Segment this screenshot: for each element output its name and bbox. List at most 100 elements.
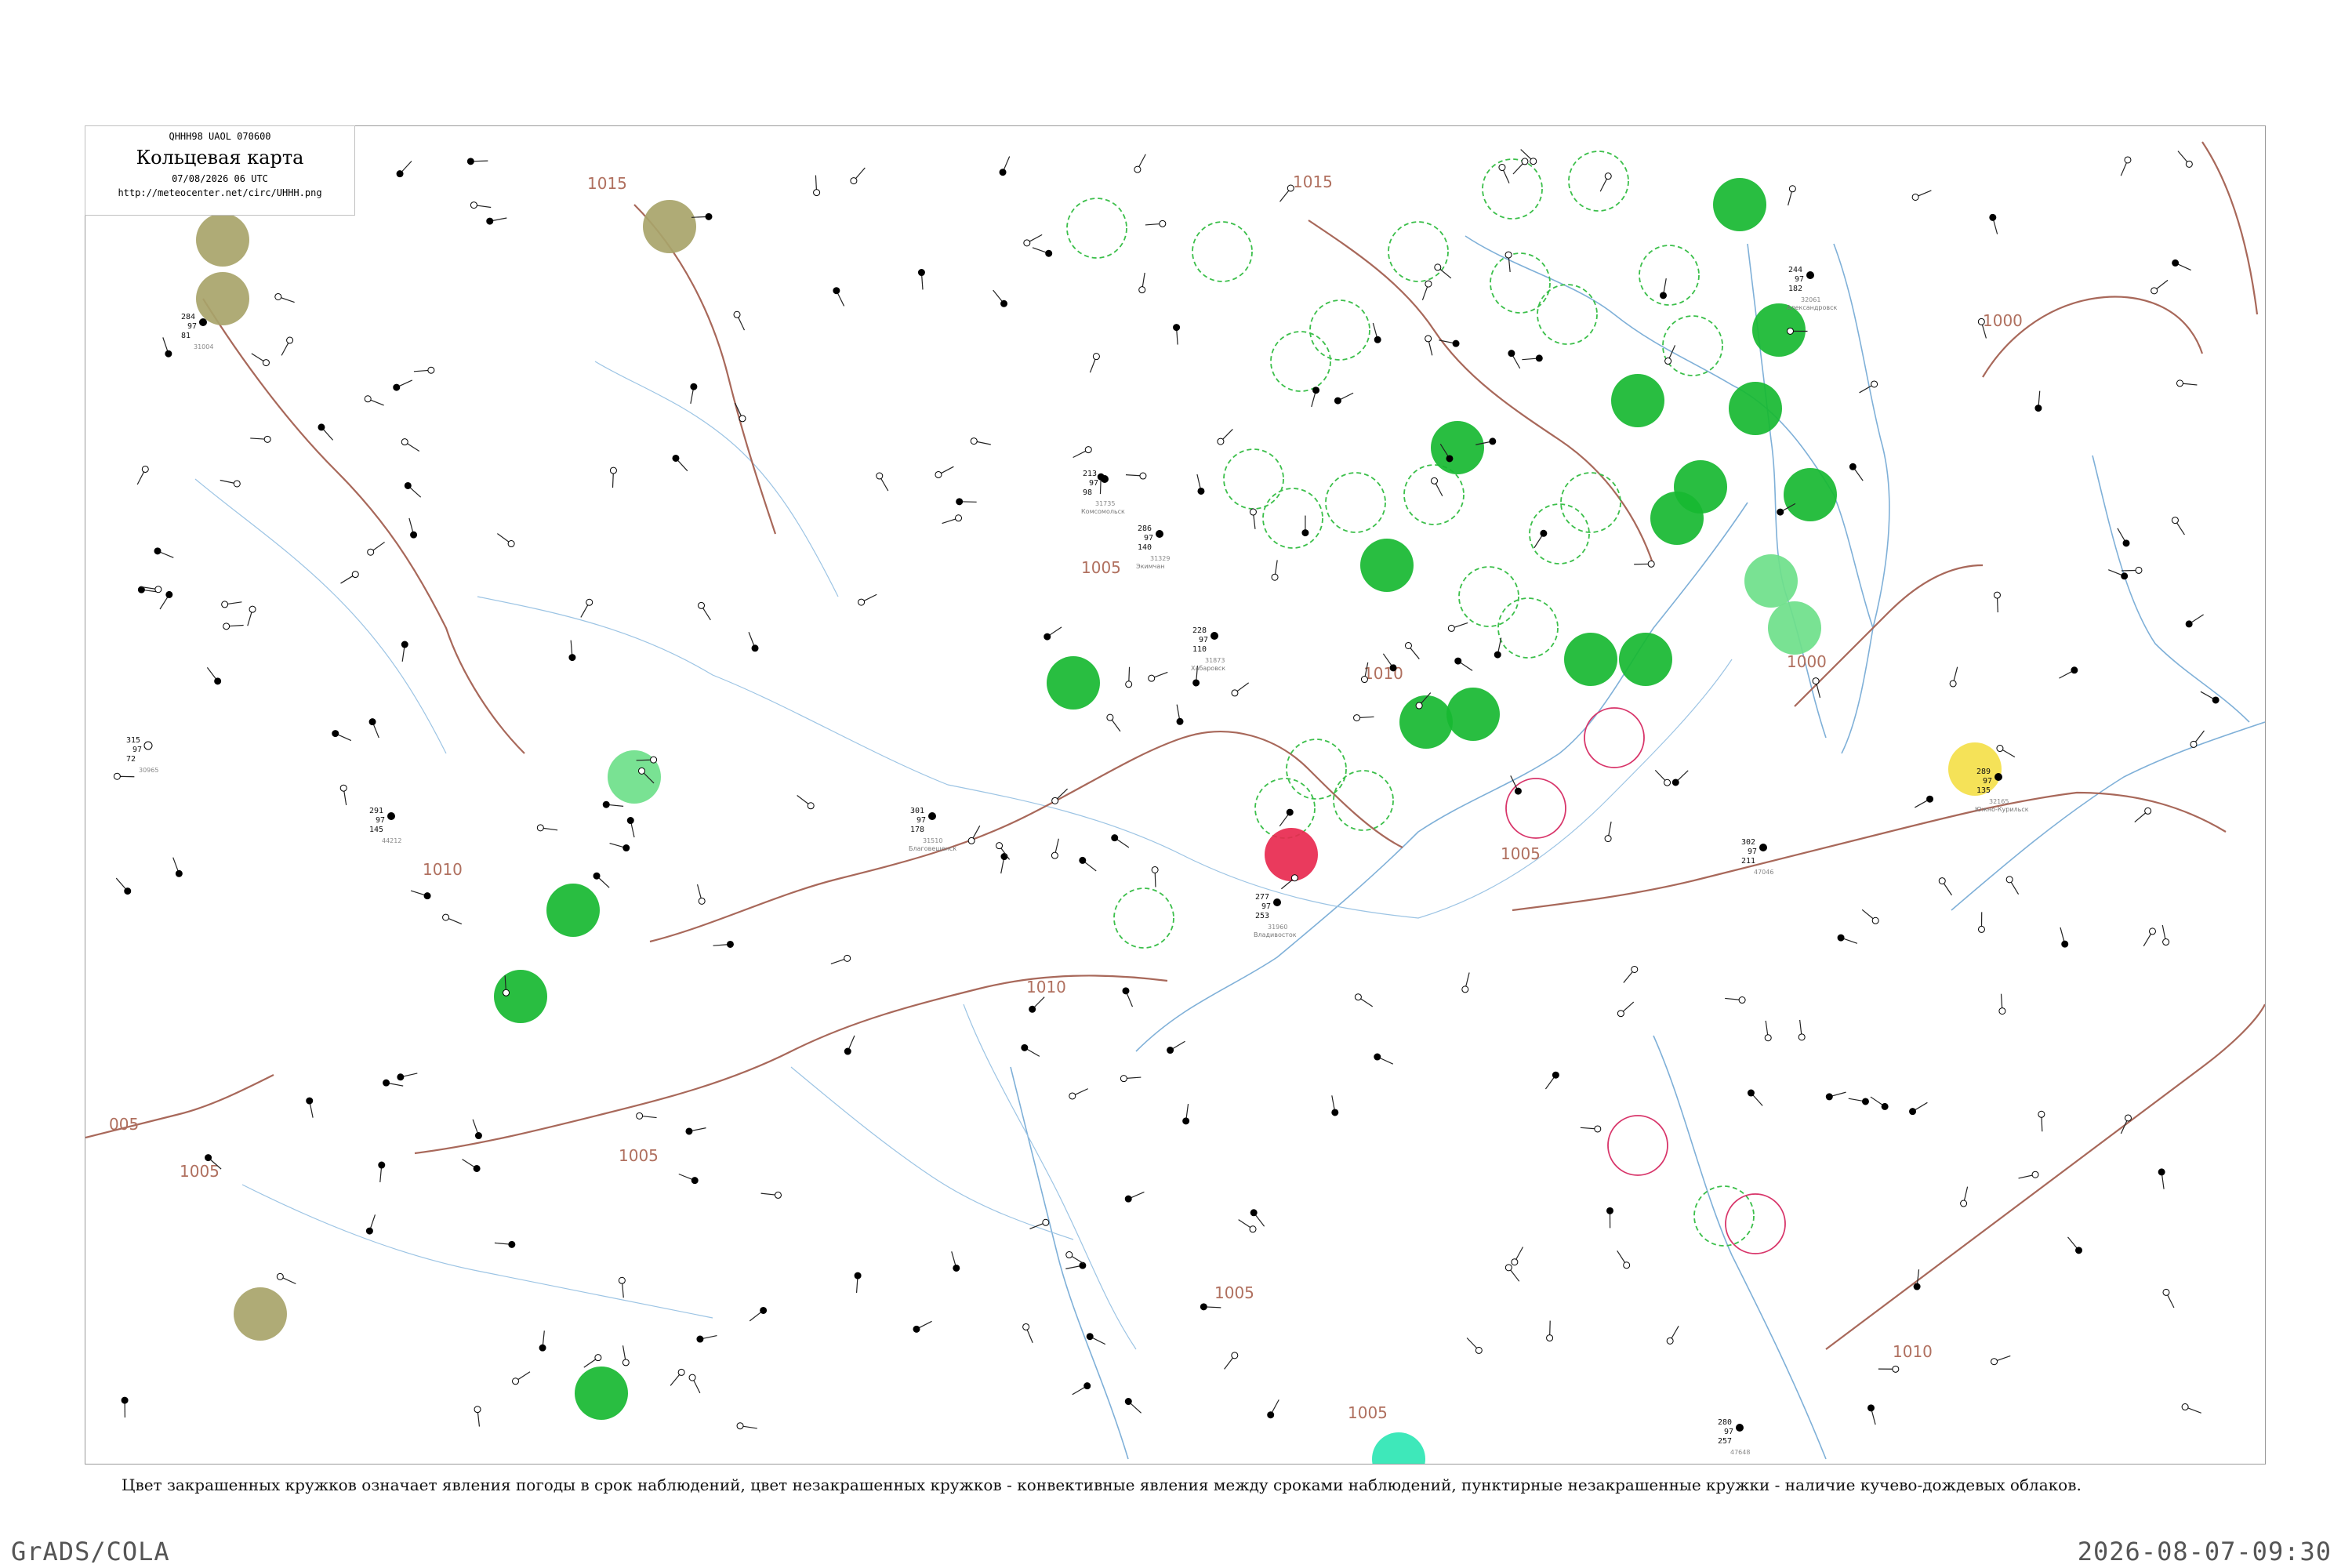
station-marker	[1425, 335, 1433, 356]
isobar-label: 1005	[1081, 558, 1121, 577]
station-marker	[340, 571, 359, 584]
station-marker	[690, 383, 698, 404]
station-marker	[1331, 1095, 1339, 1116]
cloud-cover-icon	[1273, 898, 1281, 906]
station-marker	[1224, 1352, 1239, 1370]
station-marker	[2143, 927, 2156, 947]
convective-ring	[1066, 198, 1127, 259]
station-marker	[685, 1127, 706, 1135]
station-pressure: 97	[1748, 848, 1757, 856]
convective-ring	[1482, 158, 1543, 220]
station-marker	[609, 466, 617, 488]
station-marker	[512, 1371, 531, 1385]
cloud-cover-icon	[1210, 632, 1218, 640]
cloud-cover-icon	[1736, 1424, 1744, 1432]
station-marker	[1861, 909, 1879, 924]
station-marker	[1271, 560, 1279, 581]
cloud-cover-icon	[1994, 773, 2002, 781]
station-marker	[618, 1276, 626, 1298]
convective-ring	[1497, 597, 1559, 659]
station-marker	[121, 1396, 129, 1418]
station-marker	[472, 1119, 482, 1140]
station-model: 280 97 257 47648	[1718, 1418, 1750, 1456]
station-marker	[332, 730, 352, 742]
station-marker	[636, 1112, 657, 1120]
convective-ring	[1270, 331, 1331, 392]
station-dewpoint: 257	[1718, 1437, 1732, 1446]
convective-ring	[1388, 221, 1449, 282]
isobar-label: 1005	[1348, 1403, 1388, 1422]
station-place: Южно-Курильск	[1975, 806, 2029, 813]
station-marker	[1867, 1404, 1876, 1425]
station-pressure: 97	[1144, 534, 1153, 543]
isobar-label: 1005	[180, 1162, 220, 1181]
map-title: Кольцевая карта	[136, 147, 304, 169]
station-marker	[1023, 234, 1043, 247]
station-marker	[162, 337, 172, 358]
synoptic-map: 1015 1015 1010 1010 1010 1005 1005 1005 …	[85, 125, 2266, 1465]
station-marker	[1374, 1053, 1394, 1065]
station-marker	[2177, 151, 2193, 168]
station-marker	[2034, 390, 2042, 412]
station-marker	[1044, 626, 1062, 641]
station-marker	[1546, 1320, 1554, 1342]
station-pressure: 97	[1983, 777, 1992, 786]
weather-circle	[494, 970, 547, 1023]
station-marker	[396, 161, 412, 178]
weather-circle	[1619, 633, 1672, 686]
weather-circle	[643, 200, 696, 253]
weather-circle	[234, 1287, 287, 1341]
station-marker	[1125, 666, 1133, 688]
station-marker	[1089, 353, 1100, 373]
station-marker	[748, 632, 759, 652]
station-place: Александровск	[1787, 304, 1837, 311]
station-temperature: 244	[1788, 266, 1802, 274]
station-model: 301 97 178 31510 Благовещенск	[909, 807, 956, 852]
station-marker	[1372, 322, 1381, 343]
isobar-labels: 1015 1015 1010 1010 1010 1005 1005 1005 …	[109, 172, 2023, 1422]
station-pressure: 97	[916, 816, 926, 825]
station-marker	[1217, 428, 1233, 445]
station-id: 44212	[382, 837, 401, 844]
convective-ring	[1584, 707, 1645, 768]
station-marker	[1439, 339, 1460, 347]
station-marker	[223, 622, 244, 630]
map-datetime: 07/08/2026 06 UTC	[172, 173, 268, 184]
coastline-kamchatka	[2092, 455, 2250, 723]
station-marker	[365, 1214, 376, 1235]
station-marker	[858, 593, 877, 606]
station-marker	[1176, 704, 1184, 725]
station-marker	[1353, 714, 1374, 722]
station-marker	[1634, 560, 1655, 568]
station-marker	[1267, 1399, 1279, 1419]
station-marker	[367, 541, 385, 556]
isobar-label: 1010	[1893, 1342, 1933, 1361]
station-marker	[1250, 1209, 1265, 1227]
station-temperature: 286	[1138, 524, 1152, 533]
station-marker	[250, 435, 271, 443]
station-marker	[474, 1406, 481, 1427]
station-marker	[2038, 1110, 2045, 1132]
station-model: 291 97 145 44212	[369, 807, 401, 844]
station-marker	[1849, 463, 1864, 481]
isobar-label: 005	[109, 1115, 139, 1134]
isobar-label: 1005	[619, 1146, 659, 1165]
station-marker	[1301, 515, 1309, 537]
station-marker	[1167, 1040, 1185, 1054]
station-pressure: 97	[376, 816, 385, 825]
isobar-northwest-loop	[202, 298, 525, 754]
isobar-label: 1015	[1293, 172, 1333, 191]
isobar-label: 1010	[423, 860, 463, 879]
station-marker	[1454, 657, 1473, 671]
station-marker	[1106, 713, 1121, 732]
station-marker	[115, 877, 132, 895]
station-marker	[2067, 1236, 2082, 1254]
isobar-label: 1010	[1026, 978, 1066, 996]
station-marker	[2181, 1403, 2201, 1414]
station-marker	[609, 843, 630, 852]
station-marker	[999, 156, 1011, 176]
weather-circle	[1650, 492, 1704, 545]
station-id: 31873	[1205, 657, 1225, 664]
station-marker	[1544, 1071, 1559, 1090]
convective-ring	[1662, 315, 1723, 376]
